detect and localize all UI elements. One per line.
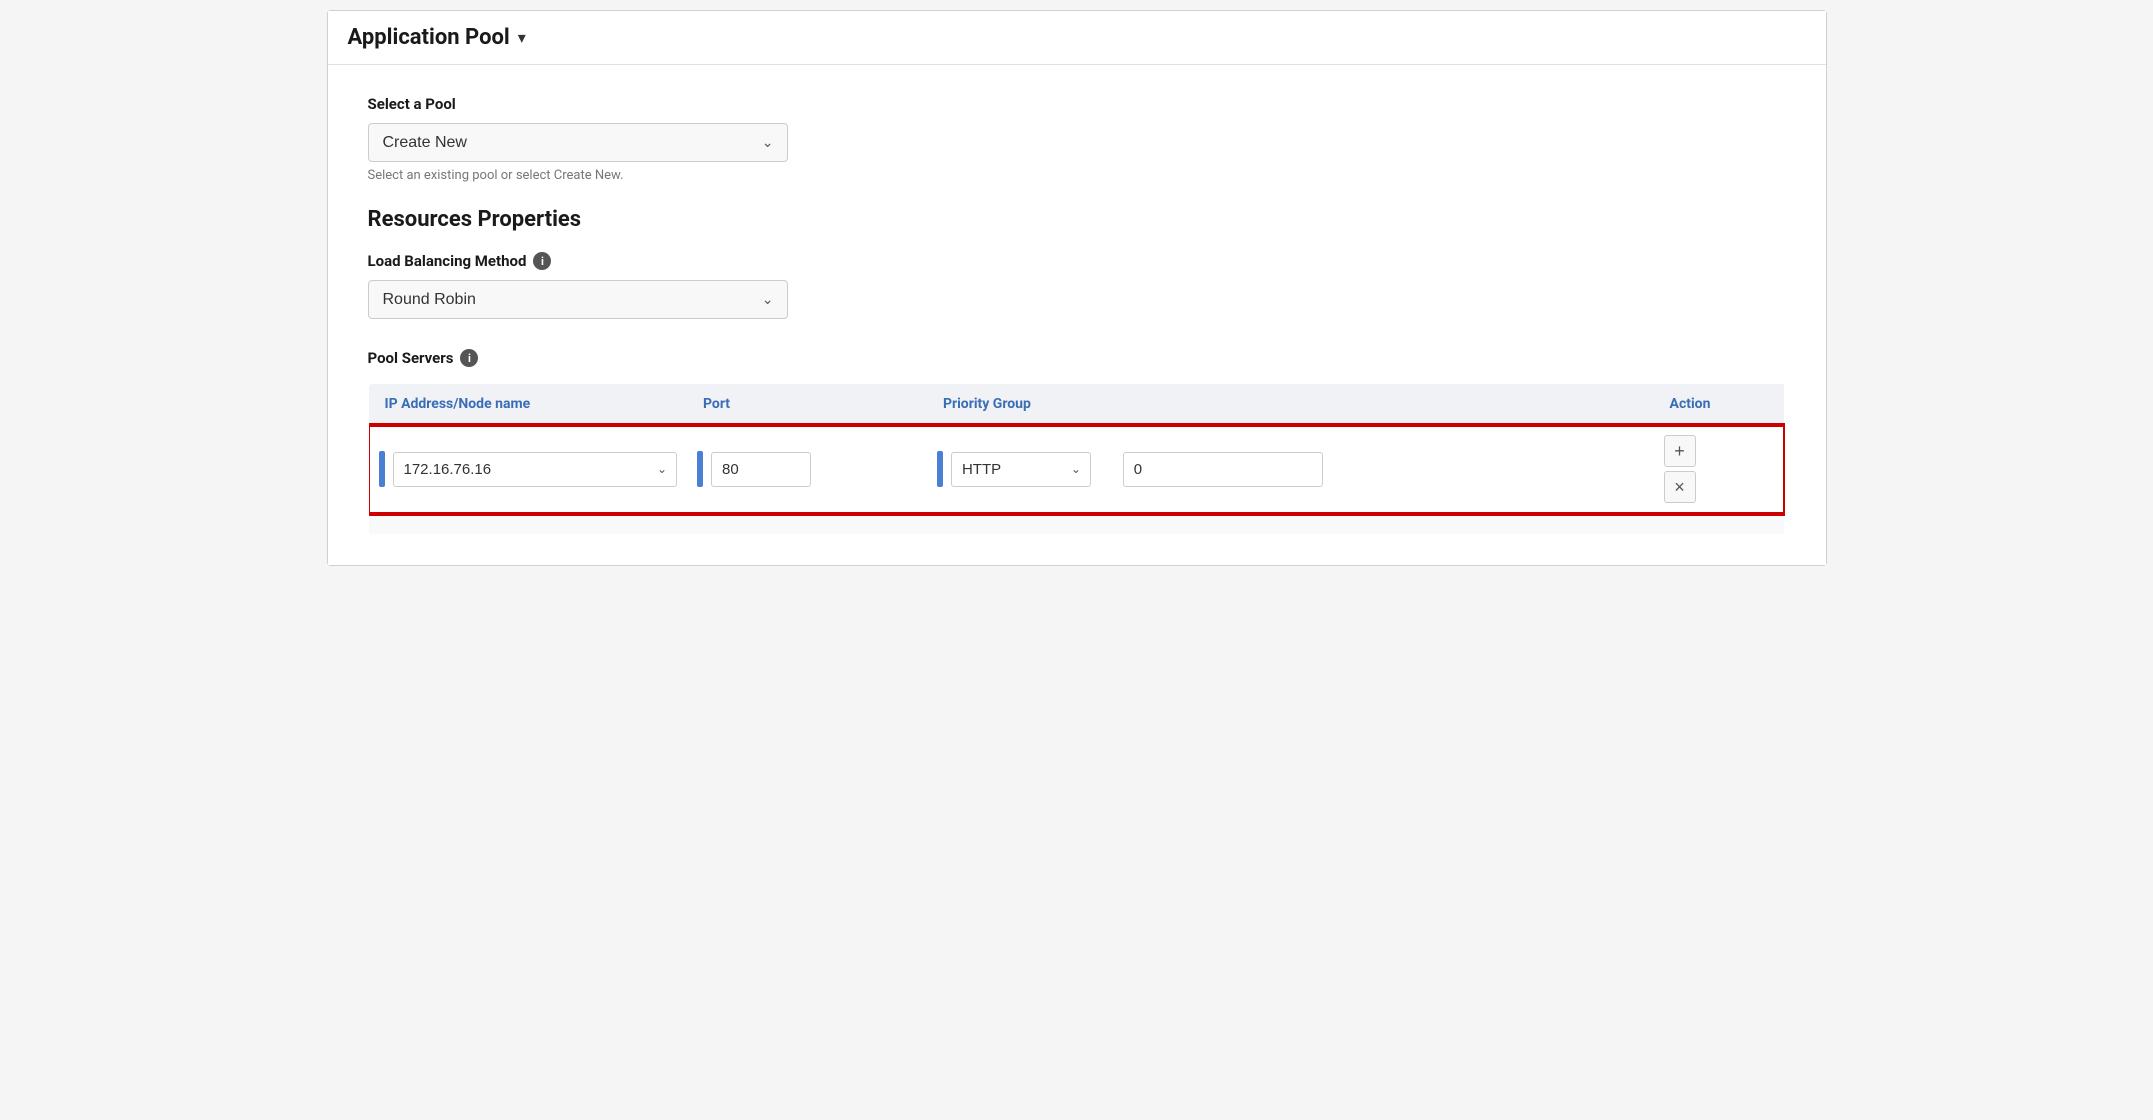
port-cell-inner xyxy=(697,451,917,487)
load-balancing-info-icon[interactable]: i xyxy=(533,252,551,270)
select-pool-wrapper: Create New ⌄ xyxy=(368,123,788,162)
load-balancing-dropdown[interactable]: Round Robin xyxy=(368,280,788,319)
port-drag-handle-icon xyxy=(697,451,703,487)
select-pool-dropdown[interactable]: Create New xyxy=(368,123,788,162)
table-row: 172.16.76.16 ⌄ xyxy=(368,425,1785,514)
load-balancing-section: Load Balancing Method i Round Robin ⌄ xyxy=(368,252,1786,319)
protocol-dropdown[interactable]: HTTP HTTPS FTP xyxy=(951,452,1091,487)
protocol-cell-inner: HTTP HTTPS FTP ⌄ xyxy=(937,451,1644,487)
load-balancing-wrapper: Round Robin ⌄ xyxy=(368,280,788,319)
pool-servers-label: Pool Servers i xyxy=(368,349,1786,367)
select-pool-label: Select a Pool xyxy=(368,95,1786,113)
spacer-row xyxy=(368,514,1785,535)
select-pool-hint: Select an existing pool or select Create… xyxy=(368,168,1786,183)
ip-address-dropdown[interactable]: 172.16.76.16 xyxy=(393,452,678,487)
panel-header: Application Pool ▾ xyxy=(328,11,1826,65)
table-header-row: IP Address/Node name Port Priority Group… xyxy=(368,384,1785,425)
panel-content: Select a Pool Create New ⌄ Select an exi… xyxy=(328,65,1826,565)
action-buttons: + × xyxy=(1664,435,1775,503)
application-pool-panel: Application Pool ▾ Select a Pool Create … xyxy=(327,10,1827,566)
col-header-action: Action xyxy=(1654,384,1785,425)
ip-cell-inner: 172.16.76.16 ⌄ xyxy=(379,451,678,487)
panel-title: Application Pool xyxy=(348,25,510,50)
resources-properties-heading: Resources Properties xyxy=(368,207,1786,232)
col-header-priority: Priority Group xyxy=(927,384,1654,425)
protocol-drag-handle-icon xyxy=(937,451,943,487)
add-row-button[interactable]: + xyxy=(1664,435,1696,467)
col-header-ip: IP Address/Node name xyxy=(368,384,687,425)
panel-collapse-icon[interactable]: ▾ xyxy=(518,28,526,47)
col-header-port: Port xyxy=(687,384,927,425)
pool-servers-table: IP Address/Node name Port Priority Group… xyxy=(368,383,1786,535)
load-balancing-label: Load Balancing Method i xyxy=(368,252,1786,270)
drag-handle-icon xyxy=(379,451,385,487)
ip-select-wrapper: 172.16.76.16 ⌄ xyxy=(393,452,678,487)
pool-servers-info-icon[interactable]: i xyxy=(460,349,478,367)
pool-servers-section: Pool Servers i IP Address/Node name Port… xyxy=(368,349,1786,535)
port-input[interactable] xyxy=(711,452,811,487)
priority-input[interactable] xyxy=(1123,452,1323,487)
select-pool-section: Select a Pool Create New ⌄ Select an exi… xyxy=(368,95,1786,183)
protocol-priority-cell: HTTP HTTPS FTP ⌄ xyxy=(927,425,1654,514)
remove-row-button[interactable]: × xyxy=(1664,471,1696,503)
port-cell xyxy=(687,425,927,514)
protocol-select-wrapper: HTTP HTTPS FTP ⌄ xyxy=(951,452,1091,487)
ip-cell: 172.16.76.16 ⌄ xyxy=(368,425,687,514)
action-cell: + × xyxy=(1654,425,1785,514)
